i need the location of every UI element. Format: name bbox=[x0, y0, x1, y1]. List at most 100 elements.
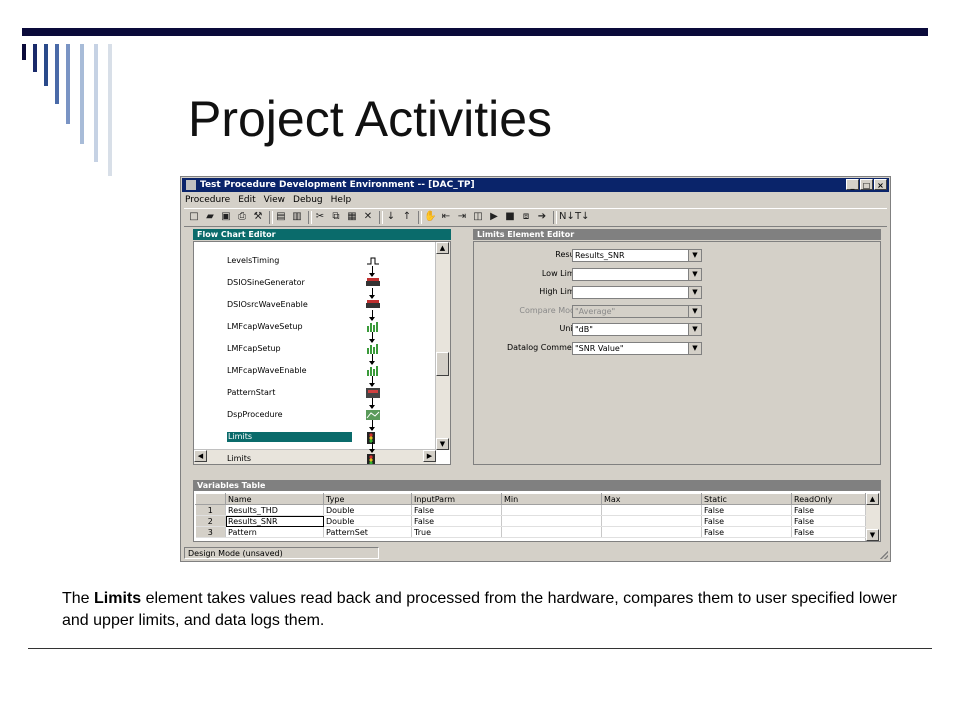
chevron-down-icon[interactable]: ▼ bbox=[688, 324, 701, 336]
maximize-button[interactable]: □ bbox=[860, 179, 873, 190]
scroll-down-icon[interactable]: ▼ bbox=[436, 438, 449, 450]
column-header[interactable]: Max bbox=[601, 493, 702, 505]
capture-icon[interactable] bbox=[366, 344, 380, 354]
table-cell[interactable]: PatternSet bbox=[323, 526, 412, 538]
column-header[interactable]: Static bbox=[701, 493, 792, 505]
flow-item[interactable]: DSIOSineGenerator bbox=[227, 278, 305, 288]
flow-item[interactable]: LMFcapWaveSetup bbox=[227, 322, 303, 332]
table-cell[interactable]: False bbox=[701, 504, 792, 516]
table-row[interactable]: 3 Pattern PatternSet True False False bbox=[195, 526, 866, 538]
column-header[interactable]: ReadOnly bbox=[791, 493, 866, 505]
run-icon[interactable]: ⇥ bbox=[456, 211, 468, 223]
traffic-light-icon[interactable] bbox=[366, 432, 380, 444]
flow-item[interactable]: PatternStart bbox=[227, 388, 275, 398]
menu-help[interactable]: Help bbox=[331, 195, 352, 205]
table-cell[interactable] bbox=[601, 504, 702, 516]
table-cell[interactable]: False bbox=[411, 515, 502, 527]
table-cell[interactable]: Results_SNR bbox=[225, 515, 324, 527]
step-icon[interactable]: ⧈ bbox=[520, 211, 532, 223]
delete-icon[interactable]: ✕ bbox=[362, 211, 374, 223]
limit-field-dropdown[interactable]: Results_SNR ▼ bbox=[572, 249, 702, 262]
close-button[interactable]: × bbox=[874, 179, 887, 190]
table-cell[interactable] bbox=[501, 526, 602, 538]
column-header[interactable]: Type bbox=[323, 493, 412, 505]
minimize-button[interactable]: _ bbox=[846, 179, 859, 190]
vars-vertical-scrollbar[interactable]: ▲ ▼ bbox=[865, 493, 880, 541]
chevron-down-icon[interactable]: ▼ bbox=[688, 287, 701, 299]
dsio-icon[interactable] bbox=[366, 300, 380, 310]
scroll-left-icon[interactable]: ◀ bbox=[194, 450, 207, 462]
paste-icon[interactable]: ▦ bbox=[346, 211, 358, 223]
menu-procedure[interactable]: Procedure bbox=[185, 195, 230, 205]
play-icon[interactable]: ▶ bbox=[488, 211, 500, 223]
limit-field-dropdown[interactable]: ▼ bbox=[572, 267, 702, 281]
insert-icon[interactable]: ▤ bbox=[275, 211, 287, 223]
flow-item[interactable]: DspProcedure bbox=[227, 410, 283, 420]
table-row[interactable]: 2 Results_SNR Double False False False bbox=[195, 515, 866, 527]
resize-grip-icon[interactable] bbox=[880, 551, 888, 559]
scroll-up-icon[interactable]: ▲ bbox=[436, 242, 449, 254]
table-cell[interactable]: False bbox=[791, 504, 866, 516]
levels-icon[interactable] bbox=[366, 256, 380, 266]
flow-item[interactable]: LMFcapSetup bbox=[227, 344, 281, 354]
save-icon[interactable]: ▣ bbox=[220, 211, 232, 223]
chevron-down-icon[interactable]: ▼ bbox=[688, 343, 701, 354]
menu-view[interactable]: View bbox=[264, 195, 285, 205]
table-cell[interactable]: Pattern bbox=[225, 526, 324, 538]
pattern-icon[interactable] bbox=[366, 388, 380, 398]
column-header[interactable]: Min bbox=[501, 493, 602, 505]
hand-icon[interactable]: ✋ bbox=[424, 211, 436, 223]
flow-item[interactable]: Limits bbox=[227, 454, 251, 464]
table-cell[interactable]: Double bbox=[323, 504, 412, 516]
scroll-up-icon[interactable]: ▲ bbox=[866, 493, 879, 505]
capture-icon[interactable] bbox=[366, 322, 380, 332]
table-cell[interactable]: False bbox=[411, 504, 502, 516]
dsio-icon[interactable] bbox=[366, 278, 380, 288]
flow-item[interactable]: LevelsTiming bbox=[227, 256, 279, 266]
scroll-down-icon[interactable]: ▼ bbox=[866, 529, 879, 541]
chevron-down-icon[interactable]: ▼ bbox=[688, 250, 701, 261]
insert-var-icon[interactable]: ▥ bbox=[291, 211, 303, 223]
chevron-down-icon[interactable]: ▼ bbox=[688, 268, 701, 280]
flow-item[interactable]: LMFcapWaveEnable bbox=[227, 366, 307, 376]
table-cell[interactable]: False bbox=[791, 515, 866, 527]
sort-asc-icon[interactable]: T↓ bbox=[575, 211, 590, 223]
capture-icon[interactable] bbox=[366, 366, 380, 376]
dsp-icon[interactable] bbox=[366, 410, 380, 420]
step-into-icon[interactable]: ↓ bbox=[385, 211, 397, 223]
limit-field-dropdown[interactable]: "dB" ▼ bbox=[572, 323, 702, 337]
table-cell[interactable]: Results_THD bbox=[225, 504, 324, 516]
menu-edit[interactable]: Edit bbox=[238, 195, 255, 205]
open-icon[interactable]: ▰ bbox=[204, 211, 216, 223]
table-row[interactable]: 1 Results_THD Double False False False bbox=[195, 504, 866, 516]
table-cell[interactable]: False bbox=[701, 526, 792, 538]
window-titlebar[interactable]: Test Procedure Development Environment -… bbox=[182, 178, 889, 192]
column-header[interactable]: InputParm bbox=[411, 493, 502, 505]
stop-icon[interactable]: ■ bbox=[504, 211, 516, 223]
scroll-right-icon[interactable]: ▶ bbox=[423, 450, 436, 462]
table-cell[interactable]: False bbox=[791, 526, 866, 538]
column-header[interactable] bbox=[195, 493, 226, 505]
copy-icon[interactable]: ⧉ bbox=[330, 211, 342, 223]
scroll-thumb[interactable] bbox=[436, 352, 449, 376]
go-icon[interactable]: ➔ bbox=[536, 211, 548, 223]
flow-chart-editor[interactable]: ▲ ▼ ◀ ▶ LevelsTiming DSIOSineGenerator DSI… bbox=[193, 241, 451, 465]
sort-desc-icon[interactable]: N↓ bbox=[559, 211, 575, 223]
pause-icon[interactable]: ◫ bbox=[472, 211, 484, 223]
new-icon[interactable]: □ bbox=[188, 211, 200, 223]
table-cell[interactable] bbox=[501, 515, 602, 527]
menu-debug[interactable]: Debug bbox=[293, 195, 323, 205]
limit-field-dropdown[interactable]: "SNR Value" ▼ bbox=[572, 342, 702, 355]
table-cell[interactable]: True bbox=[411, 526, 502, 538]
print-icon[interactable]: ⎙ bbox=[236, 211, 248, 223]
step-out-icon[interactable]: ↑ bbox=[401, 211, 413, 223]
back-icon[interactable]: ⇤ bbox=[440, 211, 452, 223]
table-cell[interactable] bbox=[601, 526, 702, 538]
table-cell[interactable]: False bbox=[701, 515, 792, 527]
column-header[interactable]: Name bbox=[225, 493, 324, 505]
limit-field-dropdown[interactable]: ▼ bbox=[572, 286, 702, 300]
table-cell[interactable]: Double bbox=[323, 515, 412, 527]
traffic-light-icon[interactable] bbox=[366, 454, 380, 464]
flow-vertical-scrollbar[interactable]: ▲ ▼ bbox=[435, 242, 450, 450]
wand-icon[interactable]: ⚒ bbox=[252, 211, 264, 223]
